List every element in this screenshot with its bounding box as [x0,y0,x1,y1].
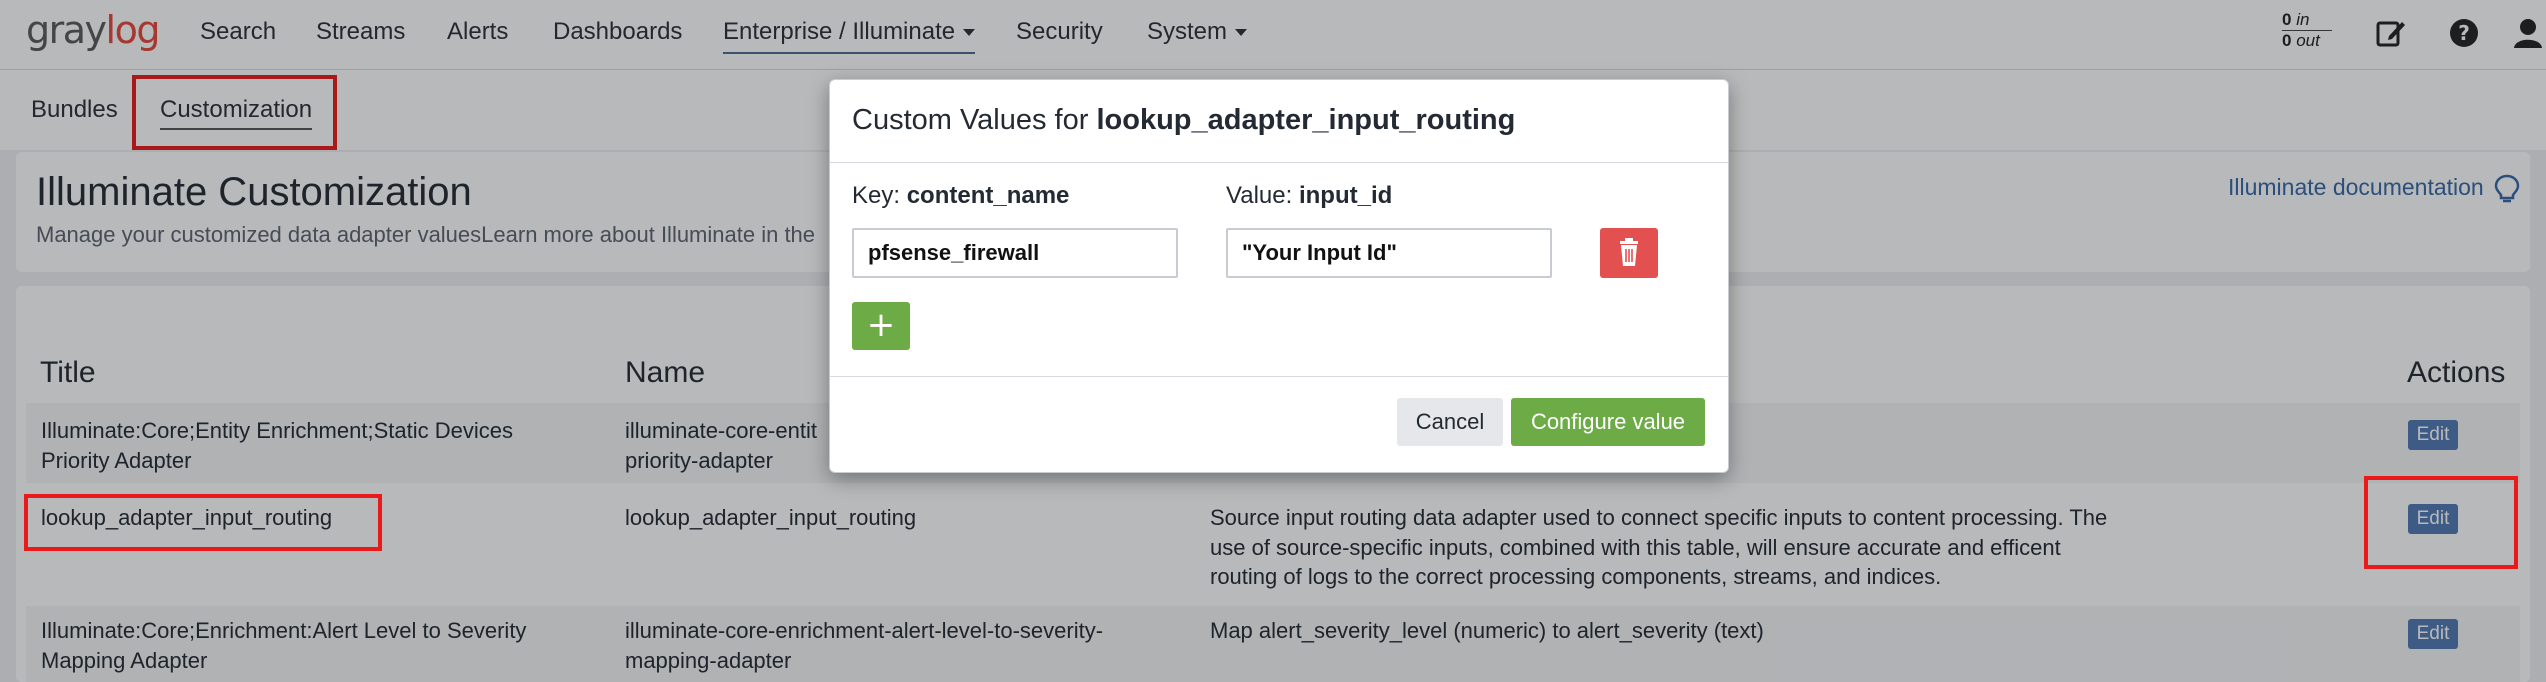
modal-footer-divider [830,376,1728,377]
value-label: Value: input_id [1226,182,1392,210]
modal-title: Custom Values for lookup_adapter_input_r… [852,104,1515,137]
value-label-name: input_id [1298,182,1393,209]
key-label-prefix: Key: [852,182,901,209]
highlight-box-row-title [24,494,382,551]
key-label: Key: content_name [852,182,1069,210]
configure-value-button[interactable]: Configure value [1511,398,1705,446]
add-row-button[interactable]: + [852,302,910,350]
modal-title-prefix: Custom Values for [852,104,1089,136]
trash-icon [1620,238,1638,266]
modal-title-adapter-name: lookup_adapter_input_routing [1096,104,1516,136]
value-input[interactable]: "Your Input Id" [1226,228,1552,278]
key-label-name: content_name [906,182,1070,209]
delete-row-button[interactable] [1600,228,1658,278]
key-input[interactable]: pfsense_firewall [852,228,1178,278]
modal-header-divider [830,162,1728,163]
value-label-prefix: Value: [1226,182,1293,209]
highlight-box-edit-button [2364,476,2518,569]
custom-values-modal: Custom Values for lookup_adapter_input_r… [829,79,1729,473]
cancel-button[interactable]: Cancel [1397,398,1503,446]
